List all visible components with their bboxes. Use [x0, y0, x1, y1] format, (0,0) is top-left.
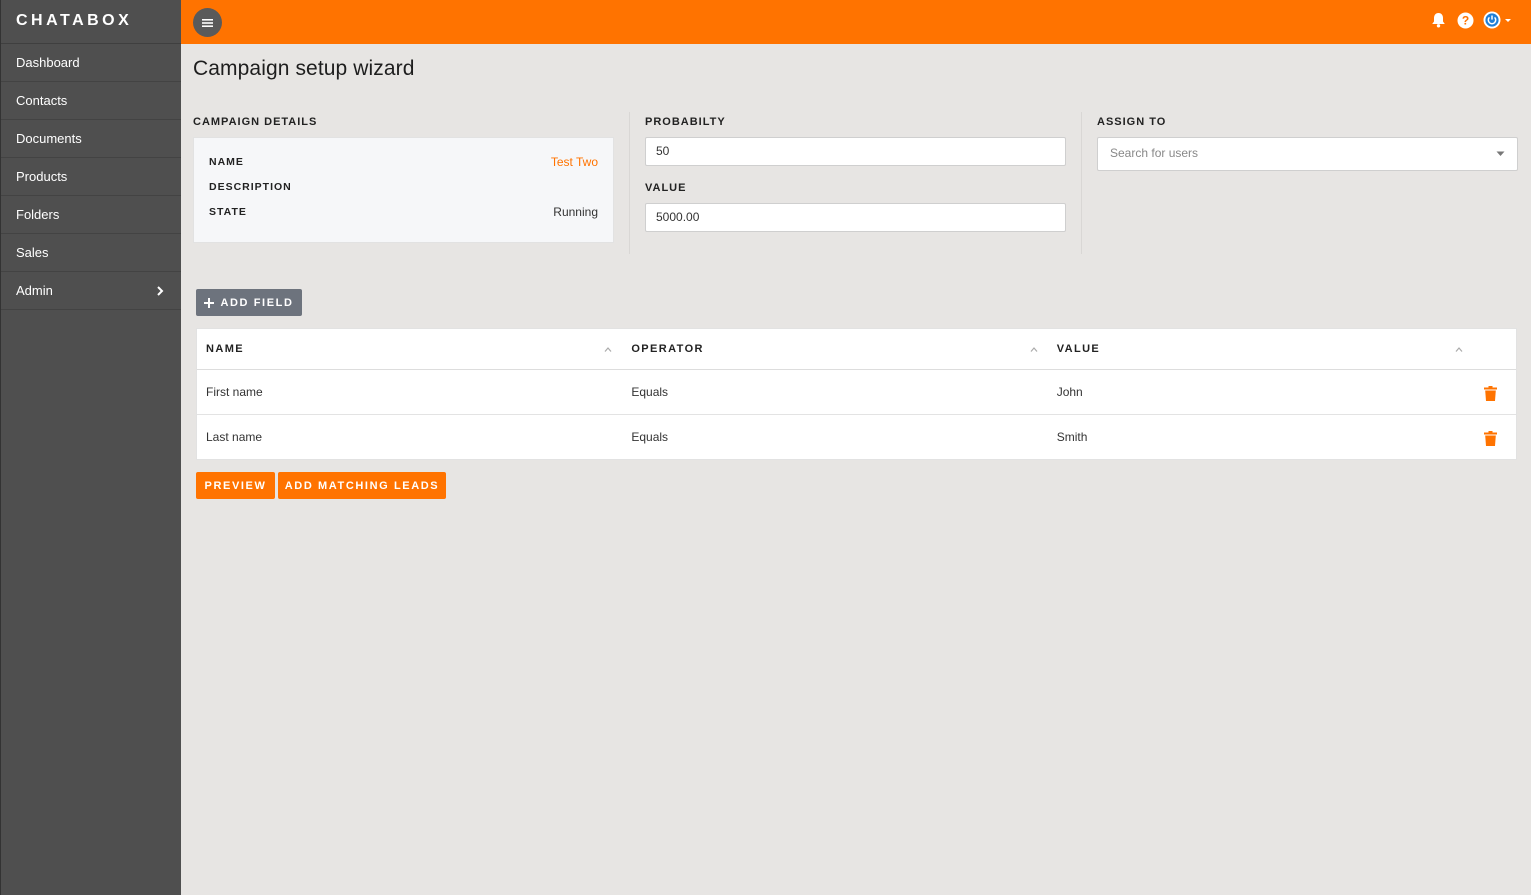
help-icon: ?: [1457, 12, 1473, 28]
assign-to-label: ASSIGN TO: [1097, 116, 1167, 128]
sidebar-item-documents[interactable]: Documents: [1, 120, 181, 158]
topbar: ?: [181, 0, 1531, 44]
svg-text:?: ?: [1461, 13, 1468, 27]
column-header-actions: [1473, 329, 1516, 370]
cell-value: John: [1056, 385, 1083, 399]
campaign-description-row: DESCRIPTION: [209, 179, 598, 195]
plus-icon: [204, 297, 215, 308]
menu-icon: [202, 18, 213, 27]
campaign-name-value: Test Two: [550, 155, 598, 169]
cell-actions: [1473, 415, 1516, 459]
topbar-actions: ?: [1429, 11, 1515, 29]
table-row: First name Equals John: [197, 370, 1516, 415]
trash-icon[interactable]: [1484, 431, 1498, 446]
cell-value: Smith: [1056, 430, 1088, 444]
sidebar-item-contacts[interactable]: Contacts: [1, 82, 181, 120]
caret-down-icon: [1505, 19, 1511, 22]
table-header: NAME OPERATOR VALUE: [197, 329, 1516, 370]
cell-name: Last name: [206, 430, 263, 444]
add-field-button[interactable]: ADD FIELD: [196, 289, 302, 316]
cell-operator: Equals: [631, 430, 669, 444]
cell-name: First name: [206, 385, 263, 399]
column-header-label: VALUE: [1056, 343, 1101, 355]
add-matching-leads-button[interactable]: ADD MATCHING LEADS: [278, 472, 446, 499]
user-menu-button[interactable]: [1483, 11, 1515, 29]
column-header-operator[interactable]: OPERATOR: [622, 329, 1047, 370]
add-field-label: ADD FIELD: [220, 296, 294, 309]
table-row: Last name Equals Smith: [197, 415, 1516, 459]
assign-to-placeholder: Search for users: [1110, 146, 1199, 160]
campaign-state-key: STATE: [209, 206, 247, 218]
value-label: VALUE: [645, 182, 687, 194]
sidebar-item-label: Admin: [16, 283, 53, 298]
help-button[interactable]: ?: [1456, 11, 1474, 29]
campaign-state-row: STATE Running: [209, 204, 598, 220]
cell-actions: [1473, 370, 1516, 414]
sidebar: CHATABOX Dashboard Contacts Documents Pr…: [0, 0, 181, 895]
campaign-name-row: NAME Test Two: [209, 154, 598, 170]
campaign-details-label: CAMPAIGN DETAILS: [193, 116, 318, 128]
campaign-description-key: DESCRIPTION: [209, 181, 292, 193]
menu-toggle-button[interactable]: [193, 8, 222, 37]
column-header-name[interactable]: NAME: [197, 329, 622, 370]
trash-icon[interactable]: [1484, 386, 1498, 401]
caret-down-icon: [1496, 151, 1505, 156]
sidebar-item-folders[interactable]: Folders: [1, 196, 181, 234]
column-divider: [629, 112, 630, 254]
sort-up-icon: [1030, 347, 1038, 352]
probability-input[interactable]: 50: [645, 137, 1066, 166]
power-icon: [1483, 11, 1501, 29]
campaign-state-value: Running: [553, 205, 598, 219]
campaign-name-key: NAME: [209, 156, 244, 168]
column-header-label: OPERATOR: [631, 343, 704, 355]
notifications-button[interactable]: [1429, 11, 1447, 29]
chevron-right-icon: [157, 286, 164, 296]
sidebar-item-dashboard[interactable]: Dashboard: [1, 44, 181, 82]
preview-button[interactable]: PREVIEW: [196, 472, 275, 499]
sidebar-item-sales[interactable]: Sales: [1, 234, 181, 272]
column-header-label: NAME: [206, 343, 244, 355]
page-title: Campaign setup wizard: [193, 57, 415, 80]
value-input[interactable]: 5000.00: [645, 203, 1066, 232]
campaign-details-card: NAME Test Two DESCRIPTION STATE Running: [193, 137, 614, 243]
brand-logo: CHATABOX: [1, 0, 181, 44]
column-header-value[interactable]: VALUE: [1048, 329, 1473, 370]
cell-operator: Equals: [631, 385, 669, 399]
sort-up-icon: [604, 347, 612, 352]
sidebar-item-products[interactable]: Products: [1, 158, 181, 196]
sidebar-item-admin[interactable]: Admin: [1, 272, 181, 310]
conditions-table: NAME OPERATOR VALUE First name Equals Jo…: [196, 328, 1517, 460]
sort-up-icon: [1455, 347, 1463, 352]
bell-icon: [1431, 13, 1445, 28]
assign-to-select[interactable]: Search for users: [1097, 137, 1518, 171]
probability-label: PROBABILTY: [645, 116, 726, 128]
column-divider: [1081, 112, 1082, 254]
